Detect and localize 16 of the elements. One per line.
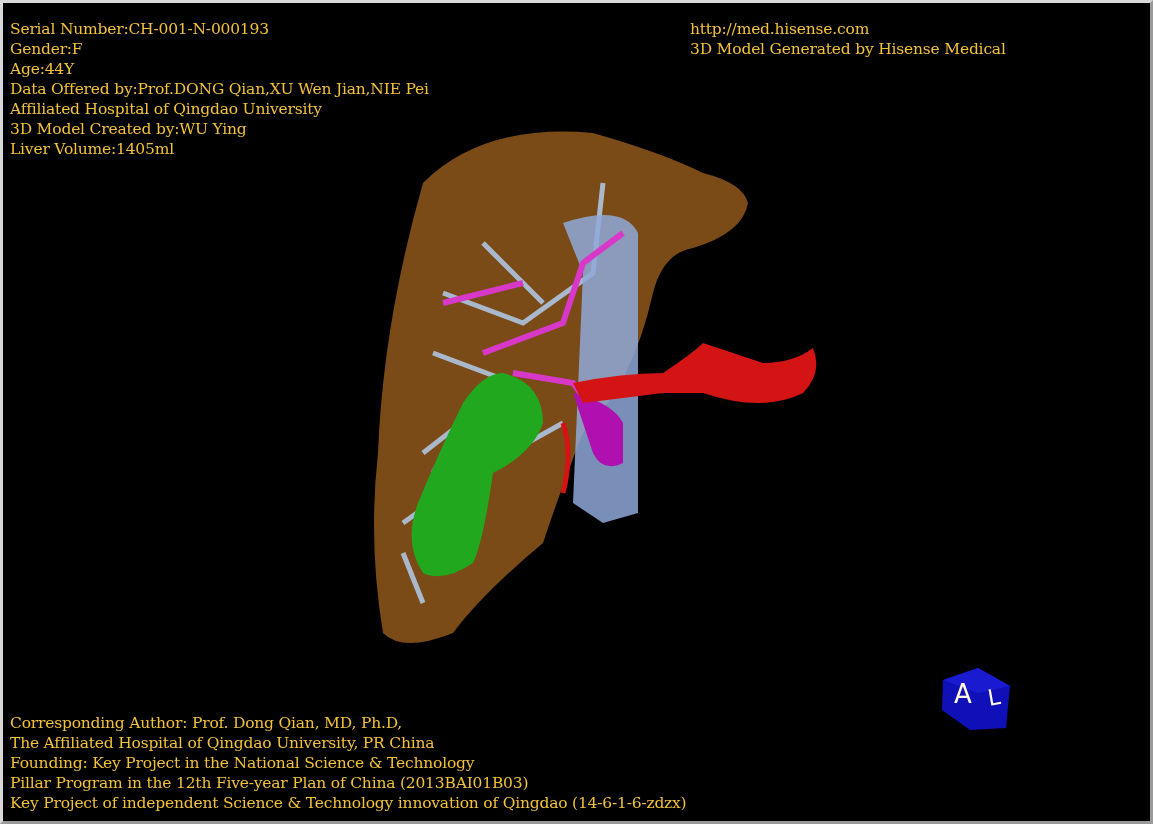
patient-info-text: Liver Volume:1405ml (10, 139, 175, 159)
credits-text: Pillar Program in the 12th Five-year Plan of China (2013BAI01B03) (10, 773, 530, 793)
credits-text: Founding: Key Project in the National Science & Technology (10, 753, 476, 773)
credits-text: Corresponding Author: Prof. Dong Qian, MD, Ph.D, (10, 713, 404, 733)
cube-face-label: A (954, 679, 972, 709)
generator-info-text: http://med.hisense.com (690, 19, 871, 39)
patient-info-text: Serial Number:CH-001-N-000193 (10, 19, 270, 39)
patient-info-text: Age:44Y (10, 59, 76, 79)
credits-text: The Affiliated Hospital of Qingdao University, PR China (10, 733, 436, 753)
patient-info-text: Affiliated Hospital of Qingdao University (10, 99, 323, 119)
patient-info-text: Data Offered by:Prof.DONG Qian,XU Wen Jian,NIE Pei (10, 79, 430, 99)
generator-info-text: 3D Model Generated by Hisense Medical (690, 39, 1006, 59)
patient-info-text: 3D Model Created by:WU Ying (10, 119, 248, 139)
cube-face-label: L (985, 683, 1003, 711)
patient-info-text: Gender:F (10, 39, 84, 59)
credits-text: Key Project of independent Science & Technology innovation of Qingdao (14-6-1-6-zdzx) (10, 793, 688, 813)
